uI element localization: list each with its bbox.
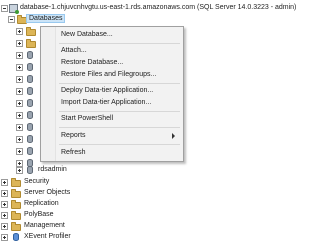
menu-item-import[interactable]: Import Data-tier Application... bbox=[61, 97, 151, 109]
menu-item-reports[interactable]: Reports bbox=[61, 130, 86, 142]
expand-icon[interactable] bbox=[16, 124, 23, 131]
folder-icon bbox=[11, 178, 21, 187]
database-icon bbox=[27, 166, 33, 174]
context-menu: New Database... Attach... Restore Databa… bbox=[40, 26, 184, 162]
database-icon bbox=[27, 111, 33, 119]
menu-item-attach[interactable]: Attach... bbox=[61, 45, 87, 57]
submenu-arrow-icon bbox=[172, 133, 175, 139]
menu-item-refresh[interactable]: Refresh bbox=[61, 147, 86, 159]
menu-item-restore-database[interactable]: Restore Database... bbox=[61, 57, 123, 69]
expand-icon[interactable] bbox=[1, 234, 8, 241]
expand-icon[interactable] bbox=[16, 88, 23, 95]
expand-icon[interactable] bbox=[1, 190, 8, 197]
folder-icon bbox=[11, 189, 21, 198]
folder-icon bbox=[11, 200, 21, 209]
menu-item-new-database[interactable]: New Database... bbox=[61, 29, 113, 41]
expand-icon[interactable] bbox=[16, 76, 23, 83]
menu-item-powershell[interactable]: Start PowerShell bbox=[61, 113, 113, 125]
node-label: Server Objects bbox=[24, 189, 71, 196]
database-icon bbox=[27, 87, 33, 95]
expand-icon[interactable] bbox=[1, 179, 8, 186]
folder-icon bbox=[11, 211, 21, 220]
expand-icon[interactable] bbox=[16, 100, 23, 107]
expand-icon[interactable] bbox=[16, 136, 23, 143]
node-label: Management bbox=[24, 222, 65, 229]
folder-icon bbox=[26, 27, 36, 36]
expand-icon[interactable] bbox=[1, 201, 8, 208]
folder-icon bbox=[17, 15, 27, 24]
node-label: XEvent Profiler bbox=[24, 233, 71, 240]
profiler-icon bbox=[13, 233, 19, 241]
menu-separator bbox=[59, 127, 180, 128]
rdsadmin-label: rdsadmin bbox=[38, 166, 67, 173]
database-icon bbox=[27, 123, 33, 131]
database-icon bbox=[27, 63, 33, 71]
expand-icon[interactable] bbox=[1, 212, 8, 219]
collapse-icon[interactable] bbox=[1, 5, 8, 12]
folder-icon bbox=[26, 39, 36, 48]
menu-separator bbox=[59, 43, 180, 44]
database-icon bbox=[27, 147, 33, 155]
server-icon bbox=[9, 4, 19, 14]
expand-icon[interactable] bbox=[16, 160, 23, 167]
database-icon bbox=[27, 51, 33, 59]
node-label: PolyBase bbox=[24, 211, 54, 218]
expand-icon[interactable] bbox=[16, 28, 23, 35]
databases-label: Databases bbox=[25, 14, 66, 23]
expand-icon[interactable] bbox=[16, 64, 23, 71]
menu-item-deploy[interactable]: Deploy Data-tier Application... bbox=[61, 85, 153, 97]
node-label: Security bbox=[24, 178, 50, 185]
menu-separator bbox=[59, 83, 180, 84]
expand-icon[interactable] bbox=[16, 52, 23, 59]
expand-icon[interactable] bbox=[16, 112, 23, 119]
collapse-icon[interactable] bbox=[8, 16, 15, 23]
expand-icon[interactable] bbox=[1, 223, 8, 230]
menu-gutter bbox=[41, 27, 56, 161]
server-node[interactable]: database-1.chjuvcnhvgtu.us-east-1.rds.am… bbox=[0, 3, 300, 15]
folder-icon bbox=[11, 222, 21, 231]
server-label: database-1.chjuvcnhvgtu.us-east-1.rds.am… bbox=[20, 4, 297, 11]
database-icon bbox=[27, 135, 33, 143]
expand-icon[interactable] bbox=[16, 167, 23, 174]
expand-icon[interactable] bbox=[16, 40, 23, 47]
database-icon bbox=[27, 99, 33, 107]
database-icon bbox=[27, 75, 33, 83]
menu-separator bbox=[59, 144, 180, 145]
menu-item-restore-files[interactable]: Restore Files and Filegroups... bbox=[61, 69, 156, 81]
menu-separator bbox=[59, 111, 180, 112]
node-label: Replication bbox=[24, 200, 59, 207]
expand-icon[interactable] bbox=[16, 148, 23, 155]
